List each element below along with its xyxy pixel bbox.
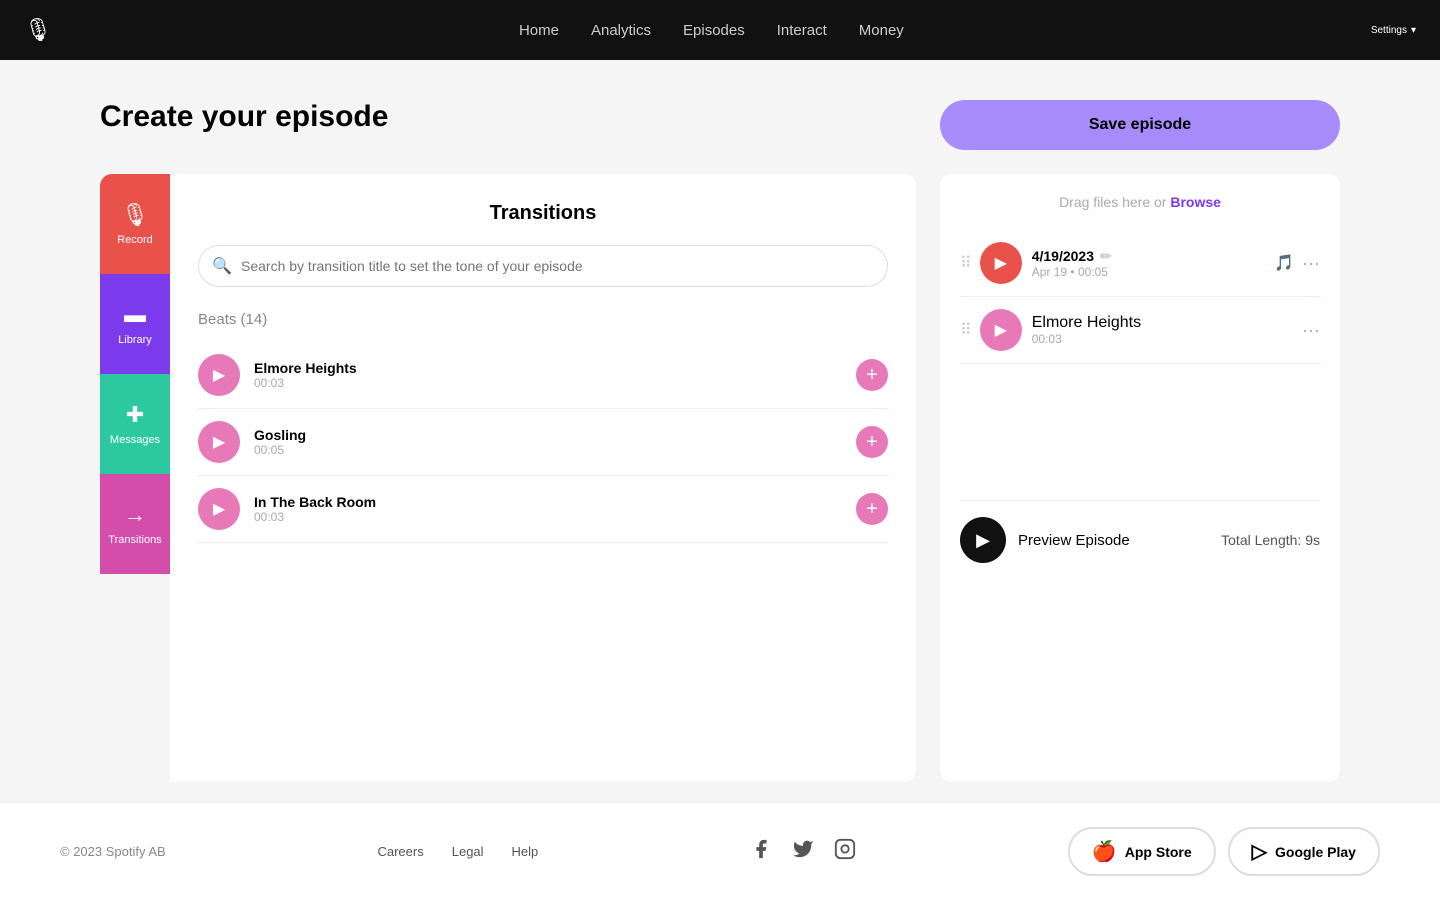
browse-link[interactable]: Browse: [1170, 194, 1221, 210]
play-backroom-button[interactable]: ▶: [198, 488, 240, 530]
nav-logo: 🎙: [24, 17, 52, 43]
add-elmore-heights-button[interactable]: +: [856, 359, 888, 391]
nav-home[interactable]: Home: [519, 22, 559, 39]
play-recording-button[interactable]: ▶: [980, 242, 1022, 284]
transitions-title: Transitions: [198, 202, 888, 225]
preview-play-button[interactable]: ▶: [960, 517, 1006, 563]
transition-actions[interactable]: ···: [1302, 320, 1320, 341]
settings-menu[interactable]: Settings ▾: [1371, 25, 1416, 36]
nav-links: Home Analytics Episodes Interact Money: [519, 22, 904, 39]
episode-builder: Drag files here or Browse ⠿ ▶ 4/19/2023 …: [940, 174, 1340, 782]
sidebar-item-library[interactable]: ▬ Library: [100, 274, 170, 374]
nav-episodes[interactable]: Episodes: [683, 22, 745, 39]
copyright: © 2023 Spotify AB: [60, 844, 166, 859]
google-play-icon: ▷: [1252, 839, 1267, 864]
recording-info: 4/19/2023 ✏ Apr 19 • 00:05: [1032, 248, 1264, 279]
social-links: [750, 838, 856, 866]
sidebar: 🎙 Record ▬ Library ✚ Messages → Transiti…: [100, 174, 170, 782]
nav-interact[interactable]: Interact: [777, 22, 827, 39]
track-item-elmore-heights: ▶ Elmore Heights 00:03 +: [198, 342, 888, 409]
arrow-right-icon: →: [124, 502, 146, 528]
sidebar-item-record[interactable]: 🎙 Record: [100, 174, 170, 274]
footer-links: Careers Legal Help: [377, 844, 538, 859]
search-icon: 🔍: [212, 256, 232, 276]
add-backroom-button[interactable]: +: [856, 493, 888, 525]
episode-recording-track: ⠿ ▶ 4/19/2023 ✏ Apr 19 • 00:05 🎵 ···: [960, 230, 1320, 297]
sidebar-item-transitions[interactable]: → Transitions: [100, 474, 170, 574]
sidebar-item-messages[interactable]: ✚ Messages: [100, 374, 170, 474]
footer-careers[interactable]: Careers: [377, 844, 423, 859]
track-item-backroom: ▶ In The Back Room 00:03 +: [198, 476, 888, 543]
more-options-2-icon[interactable]: ···: [1302, 320, 1320, 341]
save-episode-button[interactable]: Save episode: [940, 100, 1340, 150]
play-elmore-heights-button[interactable]: ▶: [198, 354, 240, 396]
transition-info: Elmore Heights 00:03: [1032, 314, 1292, 346]
track-item-gosling: ▶ Gosling 00:05 +: [198, 409, 888, 476]
nav-money[interactable]: Money: [859, 22, 904, 39]
footer: © 2023 Spotify AB Careers Legal Help 🍎 A…: [0, 802, 1440, 900]
add-gosling-button[interactable]: +: [856, 426, 888, 458]
navbar: 🎙 Home Analytics Episodes Interact Money…: [0, 0, 1440, 60]
plus-circle-icon: ✚: [126, 402, 144, 428]
app-stores: 🍎 App Store ▷ Google Play: [1068, 827, 1380, 876]
track-info-elmore-heights: Elmore Heights 00:03: [254, 360, 357, 390]
track-info-gosling: Gosling 00:05: [254, 427, 306, 457]
recording-actions[interactable]: 🎵 ···: [1274, 253, 1320, 274]
music-icon: 🎵: [1274, 253, 1294, 273]
drag-handle-2[interactable]: ⠿: [960, 320, 970, 340]
transitions-panel: Transitions 🔍 Beats (14) ▶ Elmore Height…: [170, 174, 916, 782]
facebook-icon[interactable]: [750, 838, 772, 866]
preview-bar: ▶ Preview Episode Total Length: 9s: [960, 500, 1320, 563]
play-transition-button[interactable]: ▶: [980, 309, 1022, 351]
more-options-icon[interactable]: ···: [1302, 253, 1320, 274]
footer-help[interactable]: Help: [512, 844, 539, 859]
apple-icon: 🍎: [1092, 839, 1117, 864]
search-box: 🔍: [198, 245, 888, 287]
google-play-button[interactable]: ▷ Google Play: [1228, 827, 1380, 876]
microphone-icon: 🎙: [121, 202, 149, 228]
page-title: Create your episode: [100, 100, 388, 134]
episode-transition-track: ⠿ ▶ Elmore Heights 00:03 ···: [960, 297, 1320, 364]
edit-icon[interactable]: ✏: [1100, 248, 1112, 265]
footer-legal[interactable]: Legal: [452, 844, 484, 859]
search-input[interactable]: [198, 245, 888, 287]
drag-area: Drag files here or Browse: [960, 194, 1320, 210]
instagram-icon[interactable]: [834, 838, 856, 866]
play-gosling-button[interactable]: ▶: [198, 421, 240, 463]
app-store-button[interactable]: 🍎 App Store: [1068, 827, 1216, 876]
twitter-icon[interactable]: [792, 838, 814, 866]
track-info-backroom: In The Back Room 00:03: [254, 494, 376, 524]
nav-analytics[interactable]: Analytics: [591, 22, 651, 39]
beats-header: Beats (14): [198, 311, 888, 328]
library-icon: ▬: [124, 302, 146, 328]
drag-handle[interactable]: ⠿: [960, 253, 970, 273]
